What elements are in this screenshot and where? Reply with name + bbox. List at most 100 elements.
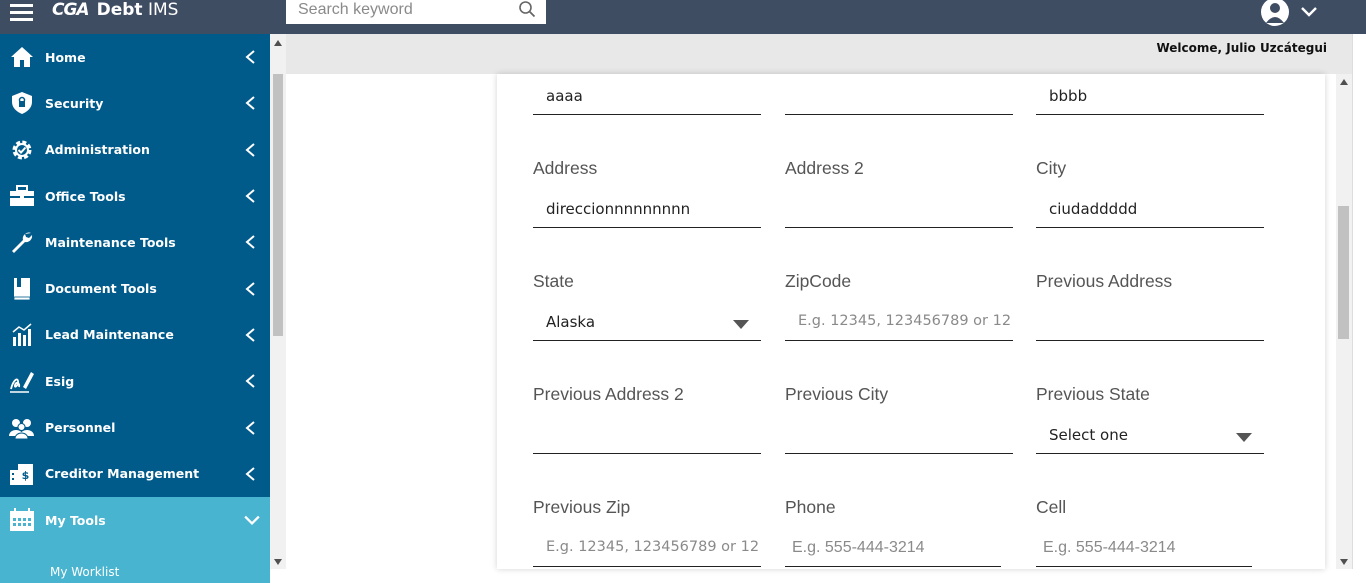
scrollbar-thumb[interactable]: [1338, 206, 1349, 339]
search-input[interactable]: [298, 0, 508, 20]
state-select[interactable]: Alaska: [533, 307, 761, 341]
address-2-label: Address 2: [785, 158, 864, 178]
logo-mark: CGA: [52, 0, 90, 20]
form-card: aaaa bbbb Address direccionnnnnnnnn Addr…: [497, 74, 1325, 569]
chevron-left-icon: [245, 374, 255, 388]
previous-address-input[interactable]: [1036, 307, 1264, 341]
sidebar-item-my-tools[interactable]: My Tools: [0, 496, 270, 544]
city-input[interactable]: ciudaddddd: [1036, 194, 1264, 228]
sidebar-item-label: Personnel: [45, 420, 116, 436]
app-name-bold: Debt: [96, 0, 143, 20]
chart-icon: [9, 322, 35, 348]
sidebar-item-security[interactable]: Security: [0, 80, 270, 126]
sidebar-item-label: Creditor Management: [45, 466, 200, 482]
hamburger-menu-icon[interactable]: [10, 0, 34, 21]
chevron-left-icon: [245, 420, 255, 435]
window-scrollbar-track: [1352, 34, 1366, 569]
phone-label: Phone: [785, 497, 836, 517]
calendar-icon: [9, 507, 35, 533]
input-row0-col3[interactable]: bbbb: [1036, 81, 1264, 115]
chevron-left-icon: [245, 142, 255, 157]
sidebar-item-esig[interactable]: Esig: [0, 358, 270, 404]
sidebar-item-personnel[interactable]: Personnel: [0, 404, 270, 450]
wrench-icon: [9, 229, 35, 255]
sidebar-item-office-tools[interactable]: Office Tools: [0, 173, 270, 219]
scroll-down-arrow-icon[interactable]: [1340, 559, 1348, 565]
search-box: [286, 0, 546, 24]
scroll-down-arrow-icon[interactable]: [274, 559, 282, 565]
sidebar-item-label: Security: [45, 95, 104, 111]
user-avatar-icon: [1261, 0, 1289, 26]
sidebar-item-label: Document Tools: [45, 281, 157, 297]
input-row0-col2[interactable]: [785, 81, 1013, 115]
zipcode-label: ZipCode: [785, 271, 852, 291]
book-icon: [9, 276, 35, 302]
sidebar-item-label: My Tools: [45, 512, 106, 528]
previous-zip-label: Previous Zip: [533, 497, 631, 517]
previous-city-label: Previous City: [785, 384, 889, 404]
chevron-down-icon[interactable]: [1300, 6, 1318, 18]
scroll-up-arrow-icon[interactable]: [1340, 79, 1348, 85]
dropdown-caret-icon: [1236, 433, 1252, 442]
signature-icon: [9, 368, 35, 394]
my-tools-submenu: My Worklist: [0, 543, 270, 583]
input-row0-col1[interactable]: aaaa: [533, 81, 761, 115]
phone-input[interactable]: E.g. 555-444-3214: [785, 533, 1001, 567]
chevron-left-icon: [245, 235, 255, 250]
app-name: IMS: [147, 0, 179, 20]
svg-text:$: $: [22, 469, 30, 482]
city-label: City: [1036, 158, 1067, 178]
sidebar-item-label: Esig: [45, 373, 75, 389]
sidebar-scrollbar[interactable]: [270, 34, 286, 569]
sidebar-item-label: Maintenance Tools: [45, 234, 176, 250]
chevron-left-icon: [245, 467, 255, 481]
address-2-input[interactable]: [785, 194, 1013, 228]
home-icon: [9, 44, 35, 70]
chevron-left-icon: [245, 189, 255, 203]
sidebar-item-lead-maintenance[interactable]: Lead Maintenance: [0, 312, 270, 358]
address-input[interactable]: direccionnnnnnnnn: [533, 194, 761, 228]
cell-label: Cell: [1036, 497, 1067, 517]
sidebar-item-home[interactable]: Home: [0, 34, 270, 80]
previous-city-input[interactable]: [785, 420, 1013, 454]
state-selected-value: Alaska: [546, 313, 596, 331]
previous-state-label: Previous State: [1036, 384, 1150, 404]
content-scrollbar[interactable]: [1336, 74, 1352, 569]
sidebar-item-document-tools[interactable]: Document Tools: [0, 265, 270, 311]
chevron-left-icon: [245, 328, 255, 342]
chevron-left-icon: [245, 50, 255, 64]
toolbox-icon: [9, 183, 35, 209]
welcome-text: Welcome, Julio Uzcátegui: [1156, 41, 1327, 55]
app-logo[interactable]: CGA Debt IMS: [52, 0, 179, 20]
sidebar-item-label: Home: [45, 49, 86, 65]
sidebar-subitem-my-worklist[interactable]: My Worklist: [50, 565, 119, 579]
people-icon: [9, 415, 35, 441]
dropdown-caret-icon: [733, 320, 749, 329]
building-icon: $: [9, 461, 35, 487]
welcome-bar: Welcome, Julio Uzcátegui: [286, 34, 1352, 74]
previous-address-2-label: Previous Address 2: [533, 384, 684, 404]
zipcode-input[interactable]: E.g. 12345, 123456789 or 12: [785, 307, 1013, 341]
sidebar: Home Security Administration Office Tool…: [0, 34, 270, 583]
top-bar: CGA Debt IMS: [0, 0, 1366, 34]
search-icon[interactable]: [518, 0, 536, 18]
previous-zip-input[interactable]: E.g. 12345, 123456789 or 12: [533, 533, 761, 567]
gear-icon: [9, 137, 35, 163]
previous-state-select[interactable]: Select one: [1036, 420, 1264, 454]
sidebar-item-maintenance-tools[interactable]: Maintenance Tools: [0, 219, 270, 265]
scrollbar-thumb[interactable]: [273, 74, 283, 336]
user-menu[interactable]: [1260, 0, 1320, 28]
shield-icon: [9, 90, 35, 116]
sidebar-item-label: Office Tools: [45, 188, 126, 204]
address-label: Address: [533, 158, 598, 178]
sidebar-item-creditor-management[interactable]: $ Creditor Management: [0, 451, 270, 497]
cell-input[interactable]: E.g. 555-444-3214: [1036, 533, 1252, 567]
previous-address-label: Previous Address: [1036, 271, 1173, 291]
previous-state-selected-value: Select one: [1049, 426, 1128, 444]
chevron-down-icon: [244, 515, 260, 526]
main-content: aaaa bbbb Address direccionnnnnnnnn Addr…: [286, 74, 1336, 569]
previous-address-2-input[interactable]: [533, 420, 761, 454]
scroll-up-arrow-icon[interactable]: [274, 40, 282, 46]
chevron-left-icon: [245, 281, 255, 296]
sidebar-item-administration[interactable]: Administration: [0, 127, 270, 173]
